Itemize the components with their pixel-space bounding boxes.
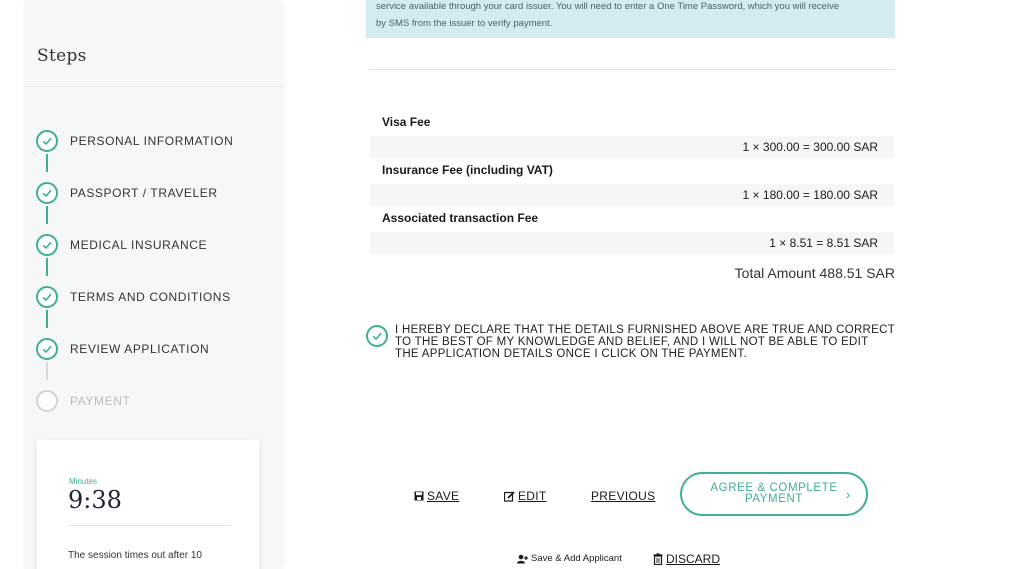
step-connector (46, 206, 48, 224)
step-review-application[interactable]: REVIEW APPLICATION (36, 337, 209, 361)
chevron-right-icon: › (845, 486, 851, 502)
step-label: PERSONAL INFORMATION (70, 134, 234, 148)
edit-button[interactable]: EDIT (504, 489, 547, 503)
fee-value: 1 × 8.51 = 8.51 SAR (769, 236, 878, 250)
discard-button[interactable]: DISCARD (653, 552, 720, 566)
session-timer-card: Minutes 9:38 The session times out after… (37, 440, 259, 569)
save-label: SAVE (427, 489, 460, 503)
step-payment: PAYMENT (36, 389, 130, 413)
check-icon (36, 182, 58, 204)
fee-row-insurance: 1 × 180.00 = 180.00 SAR (370, 184, 894, 206)
save-add-label: Save & Add Applicant (531, 553, 622, 564)
session-timeout-note: The session times out after 10 (68, 550, 202, 561)
step-label: PASSPORT / TRAVELER (70, 186, 218, 200)
timer-divider (68, 525, 231, 526)
fee-value: 1 × 300.00 = 300.00 SAR (742, 140, 878, 154)
edit-label: EDIT (518, 489, 547, 503)
fee-value: 1 × 180.00 = 180.00 SAR (742, 188, 878, 202)
agree-label: AGREE & COMPLETE PAYMENT (710, 482, 838, 505)
section-divider (370, 69, 894, 70)
step-connector (46, 258, 48, 276)
steps-sidebar: Steps PERSONAL INFORMATION PASSPORT / TR… (24, 0, 282, 569)
step-connector (46, 362, 48, 380)
timer-unit-label: Minutes (69, 477, 98, 486)
fee-row-visa: 1 × 300.00 = 300.00 SAR (370, 136, 894, 158)
fee-row-transaction: 1 × 8.51 = 8.51 SAR (370, 232, 894, 254)
fee-title-transaction: Associated transaction Fee (382, 211, 539, 225)
check-icon (36, 234, 58, 256)
trash-icon (653, 553, 663, 565)
banner-line: by SMS from the issuer to verify payment… (376, 18, 553, 29)
check-icon (36, 338, 58, 360)
check-icon (372, 332, 382, 341)
total-amount: Total Amount 488.51 SAR (734, 265, 895, 281)
declaration-checkbox[interactable] (366, 325, 388, 347)
step-label: PAYMENT (70, 394, 131, 408)
step-connector (46, 310, 48, 328)
fee-title-visa: Visa Fee (382, 115, 431, 129)
pending-circle-icon (36, 390, 58, 412)
step-label: MEDICAL INSURANCE (70, 238, 208, 252)
save-icon (414, 491, 424, 501)
declaration-text: I HEREBY DECLARE THAT THE DETAILS FURNIS… (395, 324, 895, 360)
save-button[interactable]: SAVE (414, 489, 459, 503)
step-label: TERMS AND CONDITIONS (70, 290, 231, 304)
banner-line: service available through your card issu… (376, 1, 840, 12)
previous-label: PREVIOUS (591, 489, 656, 503)
step-label: REVIEW APPLICATION (70, 342, 210, 356)
check-icon (36, 286, 58, 308)
steps-divider (24, 86, 282, 87)
step-medical-insurance[interactable]: MEDICAL INSURANCE (36, 233, 207, 257)
previous-button[interactable]: PREVIOUS (591, 489, 655, 503)
step-personal-information[interactable]: PERSONAL INFORMATION (36, 129, 233, 153)
check-icon (36, 130, 58, 152)
step-terms-and-conditions[interactable]: TERMS AND CONDITIONS (36, 285, 231, 309)
save-add-applicant-button[interactable]: Save & Add Applicant (517, 553, 622, 564)
discard-label: DISCARD (666, 552, 721, 566)
edit-icon (504, 490, 515, 502)
fee-title-insurance: Insurance Fee (including VAT) (382, 163, 553, 177)
step-connector (46, 154, 48, 172)
add-user-icon (517, 554, 528, 563)
step-passport-traveler[interactable]: PASSPORT / TRAVELER (36, 181, 218, 205)
steps-title: Steps (37, 46, 87, 66)
timer-value: 9:38 (68, 486, 122, 514)
agree-complete-payment-button[interactable]: AGREE & COMPLETE PAYMENT › (680, 472, 868, 516)
payment-info-banner: service available through your card issu… (366, 0, 895, 38)
